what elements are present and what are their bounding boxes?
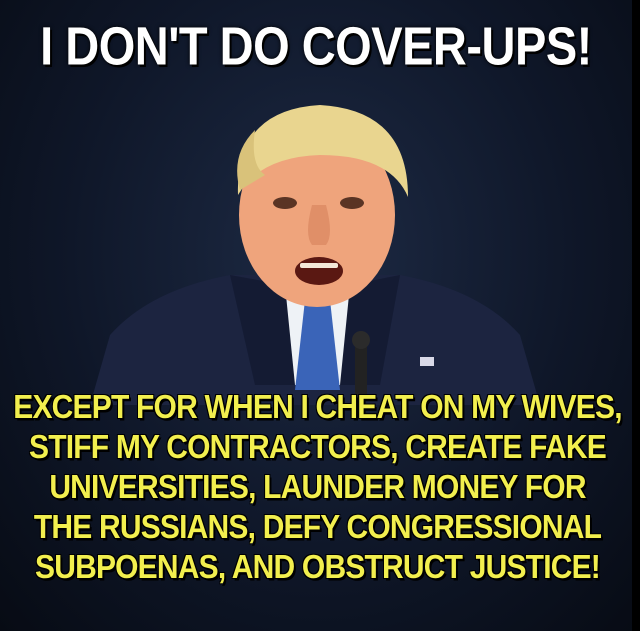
caption-line: STIFF MY CONTRACTORS, CREATE FAKE bbox=[29, 428, 607, 466]
speaker-photo bbox=[90, 105, 540, 405]
caption-line: SUBPOENAS, AND OBSTRUCT JUSTICE! bbox=[35, 548, 601, 586]
caption-text: EXCEPT FOR WHEN I CHEAT ON MY WIVES, STI… bbox=[10, 388, 625, 588]
caption-line: EXCEPT FOR WHEN I CHEAT ON MY WIVES, bbox=[13, 388, 622, 426]
caption-line: UNIVERSITIES, LAUNDER MONEY FOR bbox=[49, 468, 586, 506]
meme-image: I DON'T DO COVER-UPS! EXCEPT FOR WHEN I bbox=[0, 0, 640, 631]
right-border bbox=[632, 0, 640, 631]
caption-line: THE RUSSIANS, DEFY CONGRESSIONAL bbox=[33, 508, 602, 546]
headline-text: I DON'T DO COVER-UPS! bbox=[40, 14, 592, 76]
